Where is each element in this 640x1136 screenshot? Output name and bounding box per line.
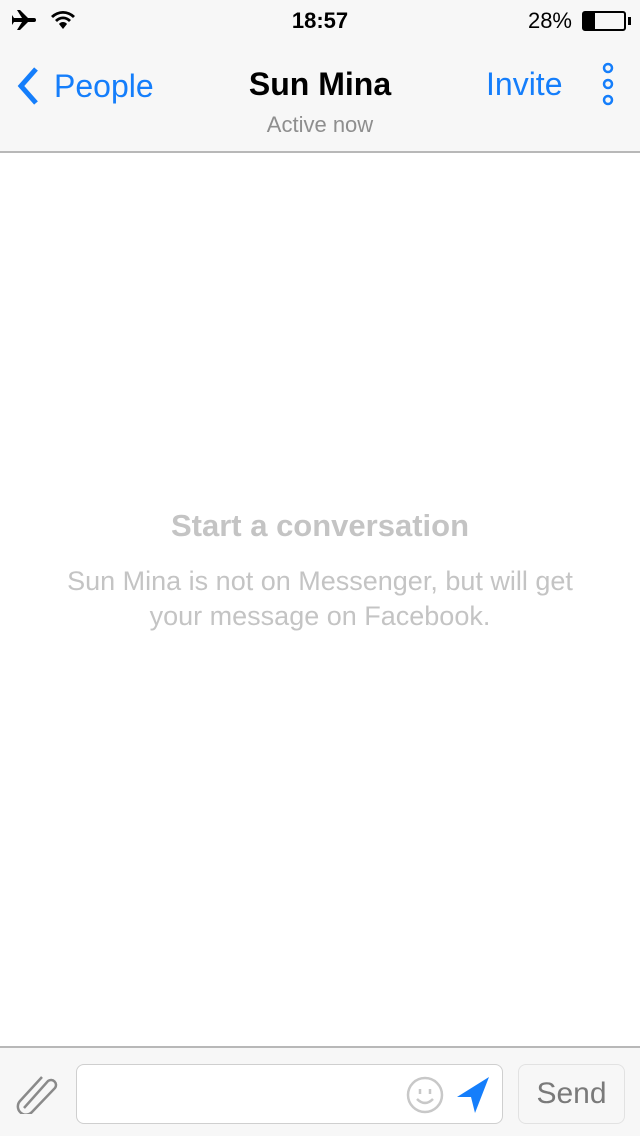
empty-message: Sun Mina is not on Messenger, but will g… [67, 566, 573, 631]
battery-level [584, 13, 596, 29]
status-bar: 18:57 28% [0, 0, 640, 40]
empty-title: Start a conversation [170, 508, 470, 543]
navigation-header: 18:57 28% People Sun Mina Active now Inv… [0, 0, 640, 153]
battery-percentage: 28% [527, 8, 572, 33]
composer-bar: Send [0, 1046, 640, 1136]
battery-tip [628, 17, 631, 25]
active-status: Active now [266, 112, 374, 137]
send-button[interactable]: Send [518, 1064, 625, 1124]
battery-icon [582, 11, 626, 31]
message-input[interactable] [76, 1064, 503, 1124]
location-icon[interactable] [455, 1075, 491, 1115]
empty-conversation: Start a conversation Sun Mina is not on … [0, 508, 640, 634]
more-options-icon[interactable] [600, 62, 616, 108]
emoji-icon[interactable] [405, 1075, 445, 1115]
invite-button[interactable]: Invite [486, 66, 562, 103]
attachment-icon[interactable] [14, 1072, 60, 1114]
